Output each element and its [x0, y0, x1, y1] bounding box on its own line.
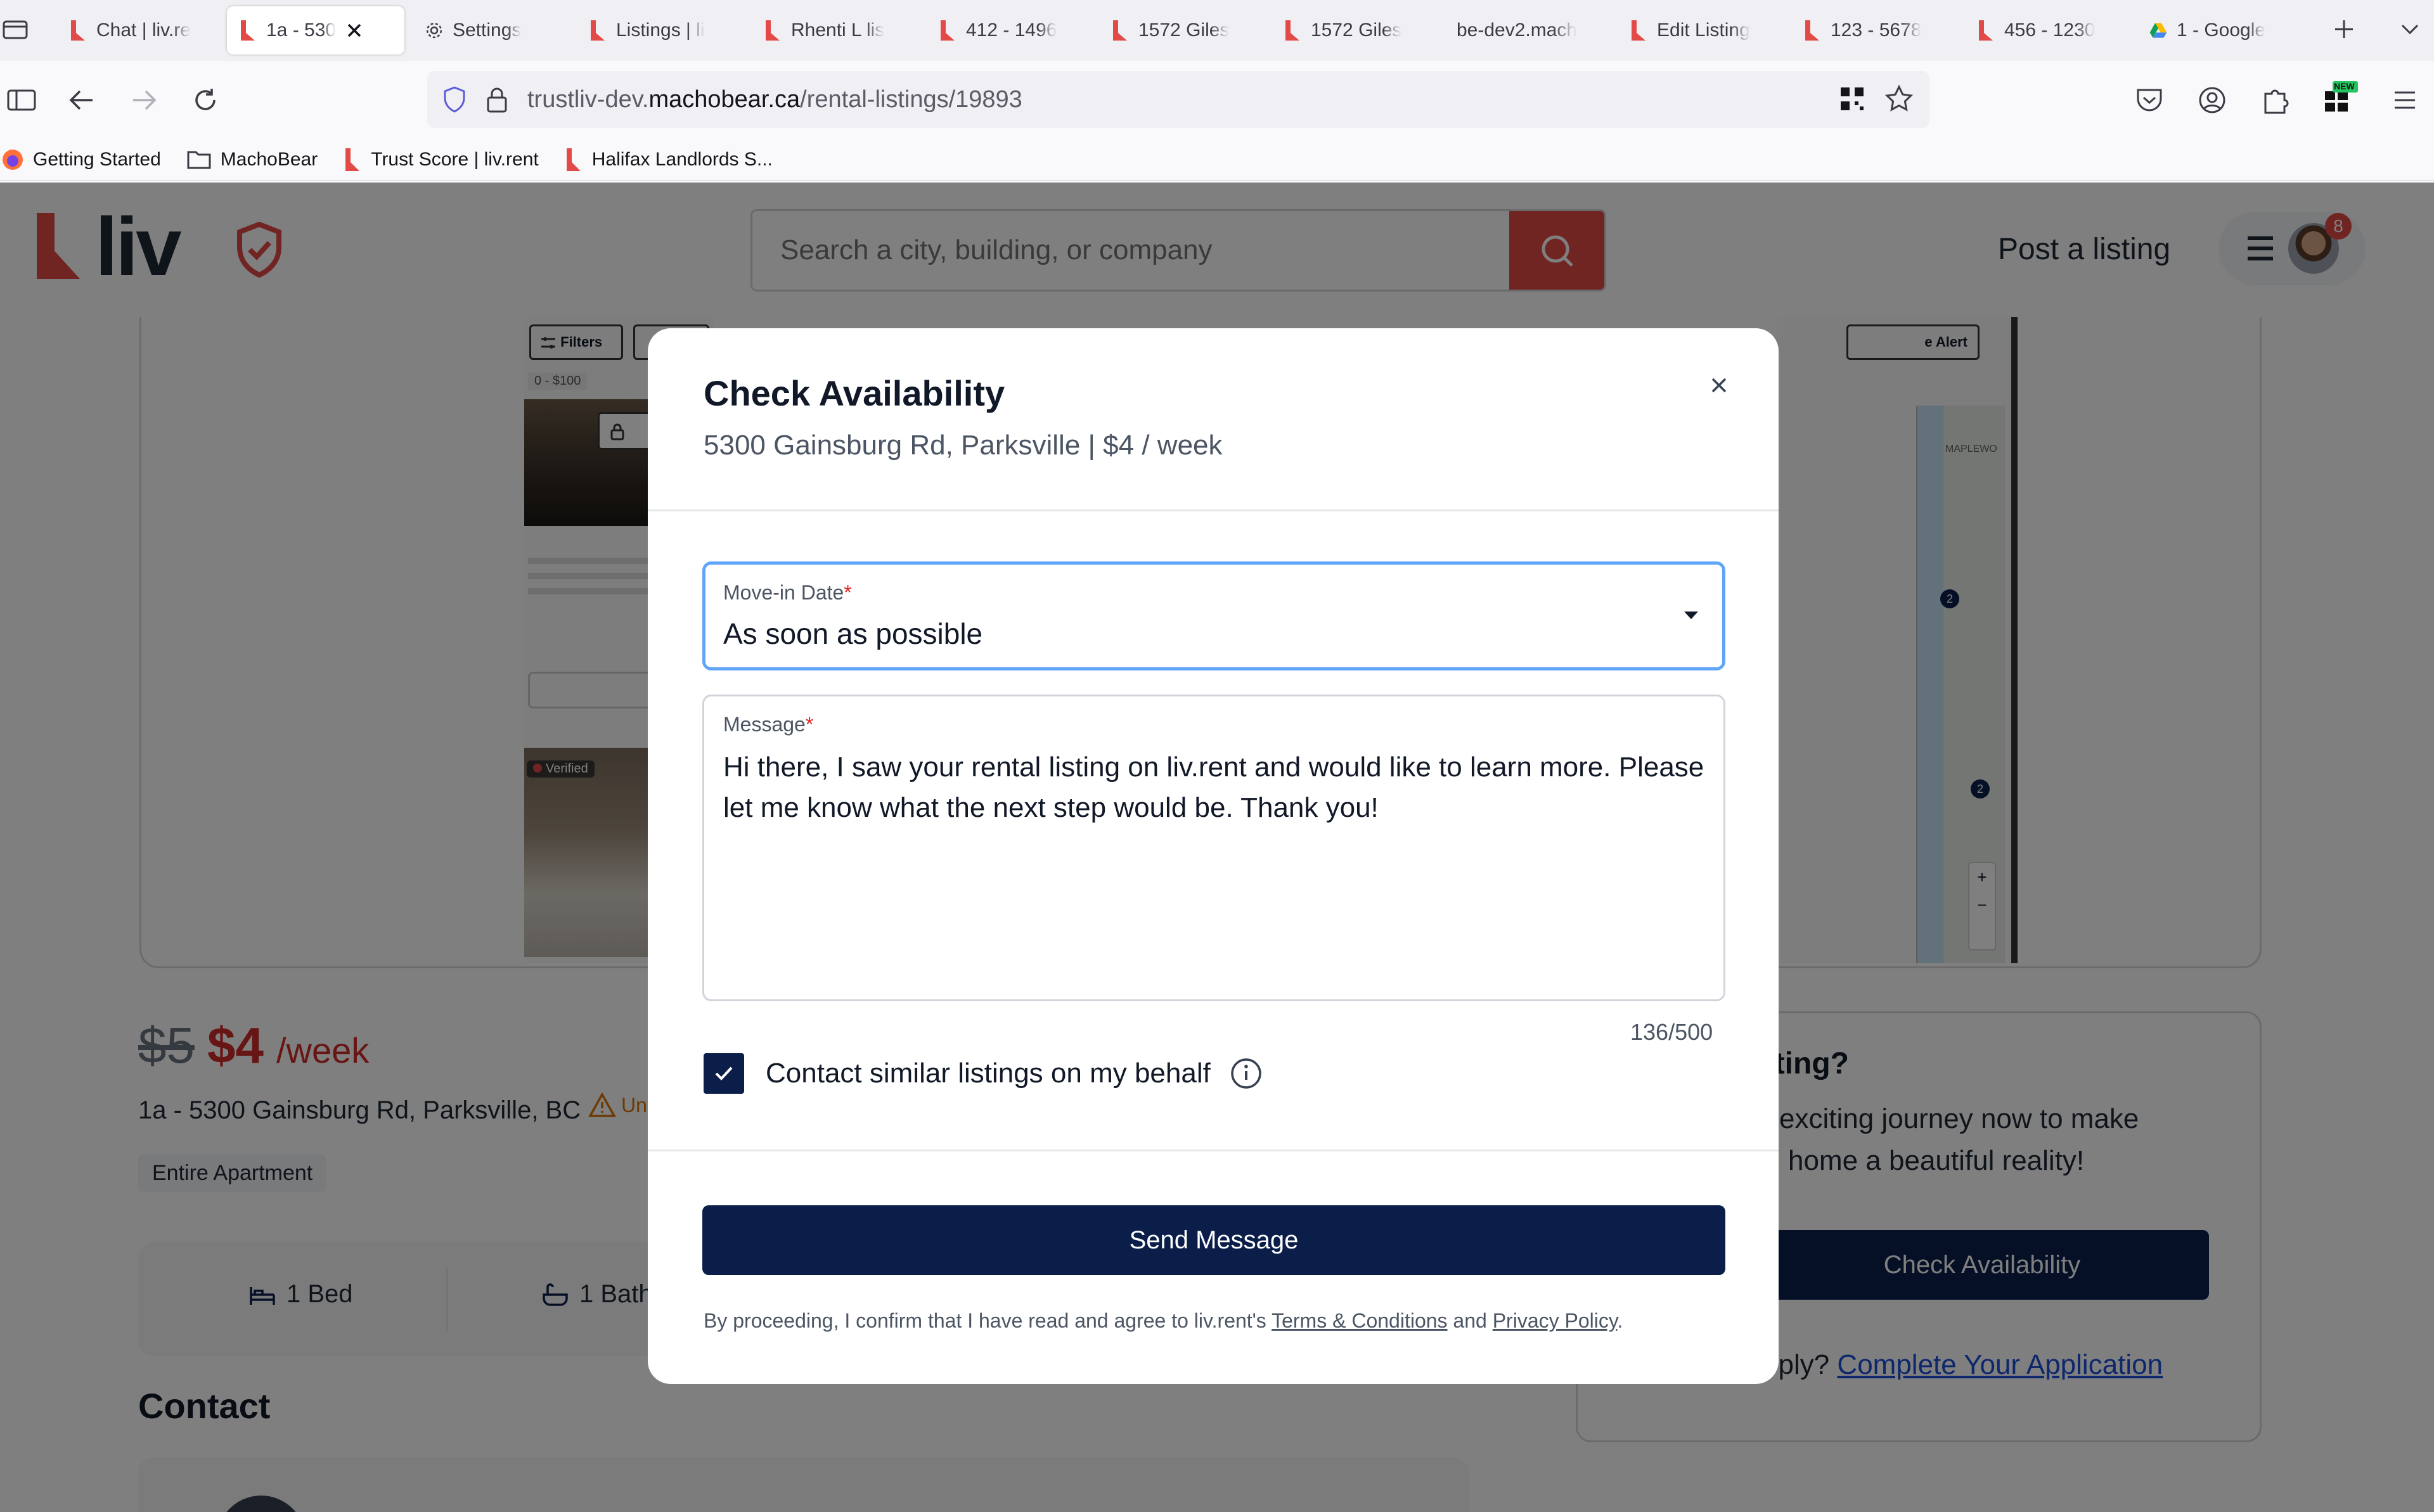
dropdown-caret-icon[interactable] [1682, 609, 1701, 622]
extension-badge: NEW [2334, 81, 2355, 91]
liv-favicon-icon [566, 148, 581, 171]
browser-tab-title: Edit Listing [1657, 20, 1750, 41]
browser-tab-title: be-dev2.mach [1457, 20, 1578, 41]
send-message-button[interactable]: Send Message [702, 1205, 1725, 1275]
liv-favicon-icon [241, 20, 255, 41]
check-availability-modal: Check Availability 5300 Gainsburg Rd, Pa… [648, 328, 1779, 1384]
privacy-link[interactable]: Privacy Policy [1493, 1309, 1618, 1332]
browser-tab[interactable]: Listings | li [577, 6, 742, 54]
terms-link[interactable]: Terms & Conditions [1272, 1309, 1447, 1332]
tab-overview-icon[interactable] [1, 15, 29, 43]
liv-favicon-icon [1805, 20, 1819, 41]
bookmark-machobear[interactable]: MachoBear [186, 149, 318, 170]
browser-tab[interactable]: 1572 Giles [1099, 6, 1264, 54]
firefox-icon [3, 150, 23, 170]
browser-tab-bar: Chat | liv.re 1a - 530 Settings Listings | … [0, 0, 2434, 61]
browser-tab[interactable]: 1a - 530 [227, 6, 404, 54]
browser-tab-title: 1572 Giles [1311, 20, 1402, 41]
browser-tab[interactable]: Chat | liv.re [57, 6, 228, 54]
liv-favicon-icon [71, 20, 85, 41]
browser-tab[interactable]: 456 - 1230 [1965, 6, 2130, 54]
bookmark-trust-score[interactable]: Trust Score | liv.rent [343, 147, 539, 172]
info-icon[interactable] [1230, 1057, 1263, 1090]
url-text[interactable]: trustliv-dev.machobear.ca/rental-listing… [527, 86, 1022, 113]
browser-tab[interactable]: be-dev2.mach [1445, 6, 1610, 54]
sidebar-toggle-icon[interactable] [6, 87, 37, 113]
bookmark-star-icon[interactable] [1884, 84, 1914, 114]
google-drive-icon [2149, 23, 2167, 38]
browser-tab[interactable]: 1572 Giles [1272, 6, 1436, 54]
liv-favicon-icon [345, 148, 360, 171]
browser-tab[interactable]: 1 - Google [2137, 6, 2302, 54]
browser-tab[interactable]: Settings [413, 6, 565, 54]
modal-header-divider [648, 509, 1779, 511]
message-value: Hi there, I saw your rental listing on l… [723, 752, 1704, 823]
reload-icon[interactable] [190, 85, 221, 115]
browser-tab-title: 1572 Giles [1138, 20, 1230, 41]
char-count: 136/500 [1630, 1019, 1713, 1045]
extension-new-icon[interactable]: NEW [2322, 80, 2360, 115]
browser-tab-title: Listings | li [616, 20, 705, 41]
browser-tab-title: Chat | liv.re [96, 20, 191, 41]
tab-list-chevron-icon[interactable] [2396, 15, 2424, 43]
close-icon[interactable] [1706, 373, 1732, 398]
message-label: Message* [723, 713, 814, 736]
tracking-protection-shield-icon[interactable] [440, 85, 469, 114]
back-arrow-icon[interactable] [67, 86, 98, 114]
move-in-label: Move-in Date* [723, 581, 852, 604]
liv-favicon-icon [1632, 20, 1645, 41]
folder-icon [187, 151, 211, 169]
browser-tab[interactable]: Edit Listing [1618, 6, 1782, 54]
close-tab-icon[interactable] [345, 21, 364, 40]
browser-tab-title: 412 - 1496 [966, 20, 1057, 41]
browser-nav-bar: trustliv-dev.machobear.ca/rental-listing… [0, 61, 2434, 139]
browser-tab-title: Rhenti L lis [791, 20, 885, 41]
pocket-icon[interactable] [2135, 86, 2164, 114]
gear-icon [426, 22, 442, 39]
browser-tab[interactable]: 412 - 1496 [927, 6, 1091, 54]
checkbox-checked-icon[interactable] [704, 1053, 744, 1094]
move-in-date-select[interactable]: Move-in Date* As soon as possible [702, 561, 1725, 670]
browser-tab[interactable]: Rhenti L lis [752, 6, 917, 54]
bookmarks-toolbar: Getting Started MachoBear Trust Score | … [0, 139, 2434, 181]
browser-tab-title: 456 - 1230 [2004, 20, 2096, 41]
browser-tab-title: 1a - 530 [266, 20, 337, 41]
bookmark-halifax-landlords[interactable]: Halifax Landlords S... [564, 147, 773, 172]
browser-tab[interactable]: 123 - 5678 [1791, 6, 1956, 54]
legal-disclaimer: By proceeding, I confirm that I have rea… [704, 1309, 1623, 1332]
liv-favicon-icon [1113, 20, 1127, 41]
contact-similar-label: Contact similar listings on my behalf [766, 1058, 1211, 1089]
liv-favicon-icon [941, 20, 955, 41]
modal-footer-divider [648, 1150, 1779, 1151]
forward-arrow-icon[interactable] [128, 86, 158, 114]
new-tab-icon[interactable] [2330, 15, 2358, 43]
browser-tab-title: 123 - 5678 [1831, 20, 1922, 41]
liv-favicon-icon [1285, 20, 1299, 41]
qr-code-icon[interactable] [1838, 85, 1866, 113]
address-bar[interactable]: trustliv-dev.machobear.ca/rental-listing… [427, 71, 1929, 128]
message-textarea[interactable]: Message* Hi there, I saw your rental lis… [702, 695, 1725, 1001]
account-icon[interactable] [2197, 85, 2227, 115]
contact-similar-checkbox-row[interactable]: Contact similar listings on my behalf [704, 1053, 1263, 1094]
browser-tab-title: 1 - Google [2177, 20, 2266, 41]
modal-subtitle: 5300 Gainsburg Rd, Parksville | $4 / wee… [704, 430, 1223, 461]
modal-title: Check Availability [704, 373, 1005, 413]
app-menu-icon[interactable] [2391, 86, 2419, 114]
extensions-puzzle-icon[interactable] [2260, 85, 2289, 115]
bookmark-getting-started[interactable]: Getting Started [1, 148, 161, 171]
liv-favicon-icon [591, 20, 605, 41]
liv-favicon-icon [766, 20, 780, 41]
lock-icon[interactable] [484, 85, 510, 114]
liv-favicon-icon [1979, 20, 1993, 41]
move-in-value: As soon as possible [723, 617, 983, 650]
browser-tab-title: Settings [453, 20, 522, 41]
